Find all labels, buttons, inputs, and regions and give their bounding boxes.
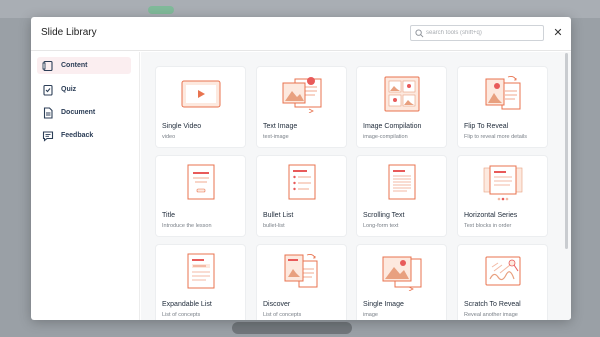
card-title: Title bbox=[162, 212, 175, 219]
card-subtitle: image-compilation bbox=[363, 134, 408, 140]
sidebar-item-document[interactable]: Document bbox=[37, 104, 131, 121]
slide-grid: Single Video video Text Image text-image bbox=[141, 52, 571, 320]
card-subtitle: image bbox=[363, 312, 378, 318]
video-thumb-icon bbox=[181, 80, 221, 108]
sidebar-item-feedback[interactable]: Feedback bbox=[37, 127, 131, 144]
card-subtitle: Text blocks in order bbox=[464, 223, 512, 229]
slide-card-expandable-list[interactable]: Expandable List List of concepts bbox=[156, 245, 245, 320]
slide-card-discover[interactable]: Discover List of concepts bbox=[257, 245, 346, 320]
card-title: Bullet List bbox=[263, 212, 294, 219]
category-sidebar: Content Quiz Document Feedback bbox=[31, 52, 140, 320]
single-image-thumb-icon bbox=[382, 256, 422, 291]
horizontal-series-thumb-icon bbox=[483, 165, 523, 201]
slide-card-horizontal-series[interactable]: Horizontal Series Text blocks in order bbox=[458, 156, 547, 236]
card-subtitle: bullet-list bbox=[263, 223, 285, 229]
content-icon bbox=[40, 58, 56, 74]
sidebar-item-content[interactable]: Content bbox=[37, 57, 131, 74]
card-subtitle: Introduce the lesson bbox=[162, 223, 212, 229]
card-title: Horizontal Series bbox=[464, 212, 518, 219]
feedback-icon bbox=[40, 128, 56, 144]
title-thumb-icon bbox=[187, 164, 215, 200]
bullet-list-thumb-icon bbox=[288, 164, 316, 200]
background-bottom-bar bbox=[232, 322, 352, 334]
slide-card-image-compilation[interactable]: Image Compilation image-compilation bbox=[357, 67, 446, 147]
slide-card-single-video[interactable]: Single Video video bbox=[156, 67, 245, 147]
scrolling-text-thumb-icon bbox=[388, 164, 416, 200]
sidebar-item-label: Feedback bbox=[61, 132, 94, 139]
sidebar-item-quiz[interactable]: Quiz bbox=[37, 81, 131, 98]
background-topbar bbox=[0, 0, 600, 18]
card-title: Discover bbox=[263, 301, 291, 308]
search-icon bbox=[415, 29, 424, 38]
close-icon[interactable]: ✕ bbox=[551, 26, 565, 40]
sidebar-item-label: Quiz bbox=[61, 86, 77, 93]
card-subtitle: video bbox=[162, 134, 176, 140]
search-input[interactable] bbox=[426, 27, 541, 39]
card-title: Single Video bbox=[162, 123, 202, 130]
card-subtitle: List of concepts bbox=[263, 312, 302, 318]
sidebar-item-label: Document bbox=[61, 109, 96, 116]
slide-card-title[interactable]: Title Introduce the lesson bbox=[156, 156, 245, 236]
slide-card-text-image[interactable]: Text Image text-image bbox=[257, 67, 346, 147]
card-title: Flip To Reveal bbox=[464, 123, 509, 130]
slide-card-single-image[interactable]: Single Image image bbox=[357, 245, 446, 320]
card-subtitle: text-image bbox=[263, 134, 289, 140]
expandable-list-thumb-icon bbox=[187, 253, 215, 289]
text-image-thumb-icon bbox=[282, 77, 322, 113]
flip-thumb-icon bbox=[485, 76, 521, 110]
card-title: Scratch To Reveal bbox=[464, 301, 521, 308]
document-icon bbox=[40, 105, 56, 121]
slide-card-scrolling-text[interactable]: Scrolling Text Long-form text bbox=[357, 156, 446, 236]
image-compilation-thumb-icon bbox=[384, 76, 420, 112]
modal-title: Slide Library bbox=[41, 27, 97, 38]
scratch-thumb-icon bbox=[485, 256, 521, 286]
grid-scrollbar[interactable] bbox=[565, 53, 568, 249]
card-title: Single Image bbox=[363, 301, 404, 308]
card-title: Text Image bbox=[263, 123, 298, 130]
search-box[interactable] bbox=[410, 25, 544, 41]
card-subtitle: List of concepts bbox=[162, 312, 201, 318]
slide-card-scratch-to-reveal[interactable]: Scratch To Reveal Reveal another image bbox=[458, 245, 547, 320]
slide-card-bullet-list[interactable]: Bullet List bullet-list bbox=[257, 156, 346, 236]
card-subtitle: Long-form text bbox=[363, 223, 399, 229]
card-title: Scrolling Text bbox=[363, 212, 405, 219]
background-pill bbox=[148, 6, 174, 14]
modal-header: Slide Library ✕ bbox=[31, 17, 571, 51]
card-subtitle: Reveal another image bbox=[464, 312, 518, 318]
sidebar-item-label: Content bbox=[61, 62, 88, 69]
card-subtitle: Flip to reveal more details bbox=[464, 134, 527, 140]
discover-thumb-icon bbox=[284, 254, 318, 288]
quiz-icon bbox=[40, 82, 56, 98]
card-title: Image Compilation bbox=[363, 123, 422, 130]
card-title: Expandable List bbox=[162, 301, 212, 308]
slide-card-flip-to-reveal[interactable]: Flip To Reveal Flip to reveal more detai… bbox=[458, 67, 547, 147]
slide-library-modal: Slide Library ✕ Content Quiz bbox=[31, 17, 571, 320]
